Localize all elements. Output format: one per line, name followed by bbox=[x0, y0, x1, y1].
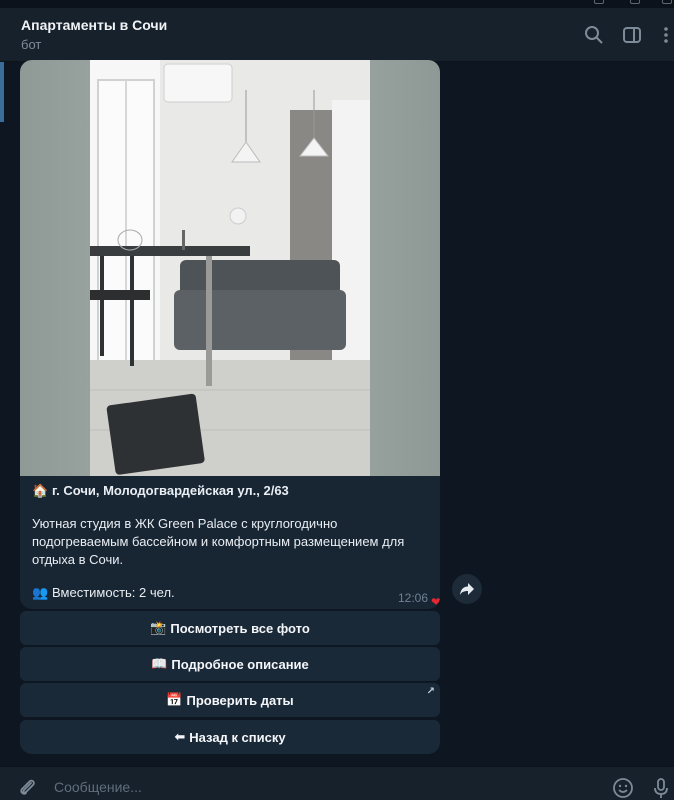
address-line: 🏠 г. Сочи, Молодогвардейская ул., 2/63 bbox=[32, 482, 428, 500]
description-text: Уютная студия в ЖК Green Palace с кругло… bbox=[32, 516, 405, 567]
message-bubble: 🏠 г. Сочи, Молодогвардейская ул., 2/63 Ую… bbox=[20, 60, 440, 609]
more-vertical-icon[interactable] bbox=[656, 25, 674, 45]
people-icon: 👥 bbox=[32, 585, 49, 600]
chat-title[interactable]: Апартаменты в Сочи bbox=[21, 17, 167, 33]
microphone-icon[interactable] bbox=[650, 777, 672, 799]
capacity-line: 👥 Вместимость: 2 чел. bbox=[32, 584, 428, 602]
message-input[interactable]: Сообщение... bbox=[54, 779, 142, 795]
room-illustration bbox=[90, 60, 370, 476]
search-icon[interactable] bbox=[584, 25, 604, 45]
button-label: Подробное описание bbox=[171, 656, 309, 672]
heart-reaction[interactable]: ❤ bbox=[431, 595, 440, 609]
button-label: Проверить даты bbox=[186, 692, 294, 708]
address-text: г. Сочи, Молодогвардейская ул., 2/63 bbox=[52, 483, 289, 498]
chat-subtitle: бот bbox=[21, 37, 42, 52]
close-control[interactable] bbox=[662, 0, 672, 4]
smile-icon[interactable] bbox=[612, 777, 634, 799]
message-time: 12:06 bbox=[398, 591, 429, 605]
calendar-icon: 📅 bbox=[166, 692, 183, 707]
chat-scroll-indicator bbox=[0, 62, 4, 122]
house-icon: 🏠 bbox=[32, 483, 49, 498]
back-to-list-button[interactable]: ⬅ Назад к списку bbox=[20, 720, 440, 754]
window-titlebar bbox=[0, 0, 674, 8]
share-button[interactable] bbox=[452, 574, 482, 604]
chat-header: Апартаменты в Сочи бот bbox=[0, 8, 674, 62]
maximize-control[interactable] bbox=[630, 0, 640, 4]
book-icon: 📖 bbox=[151, 656, 168, 671]
apartment-photo[interactable] bbox=[20, 60, 440, 476]
paperclip-icon[interactable] bbox=[16, 777, 38, 799]
sidebar-toggle-icon[interactable] bbox=[622, 25, 642, 45]
detailed-description-button[interactable]: 📖 Подробное описание bbox=[20, 647, 440, 681]
share-arrow-icon bbox=[460, 583, 474, 595]
photo-content bbox=[90, 60, 370, 476]
check-dates-button[interactable]: 📅 Проверить даты ↗ bbox=[20, 683, 440, 717]
camera-icon: 📸 bbox=[150, 620, 167, 635]
view-all-photos-button[interactable]: 📸 Посмотреть все фото bbox=[20, 611, 440, 645]
button-label: Назад к списку bbox=[189, 729, 286, 745]
minimize-control[interactable] bbox=[594, 0, 604, 4]
message-composer: Сообщение... bbox=[0, 766, 674, 800]
capacity-text: Вместимость: 2 чел. bbox=[52, 585, 175, 600]
back-arrow-icon: ⬅ bbox=[174, 729, 186, 744]
button-label: Посмотреть все фото bbox=[170, 620, 310, 636]
external-link-icon: ↗ bbox=[426, 686, 435, 697]
